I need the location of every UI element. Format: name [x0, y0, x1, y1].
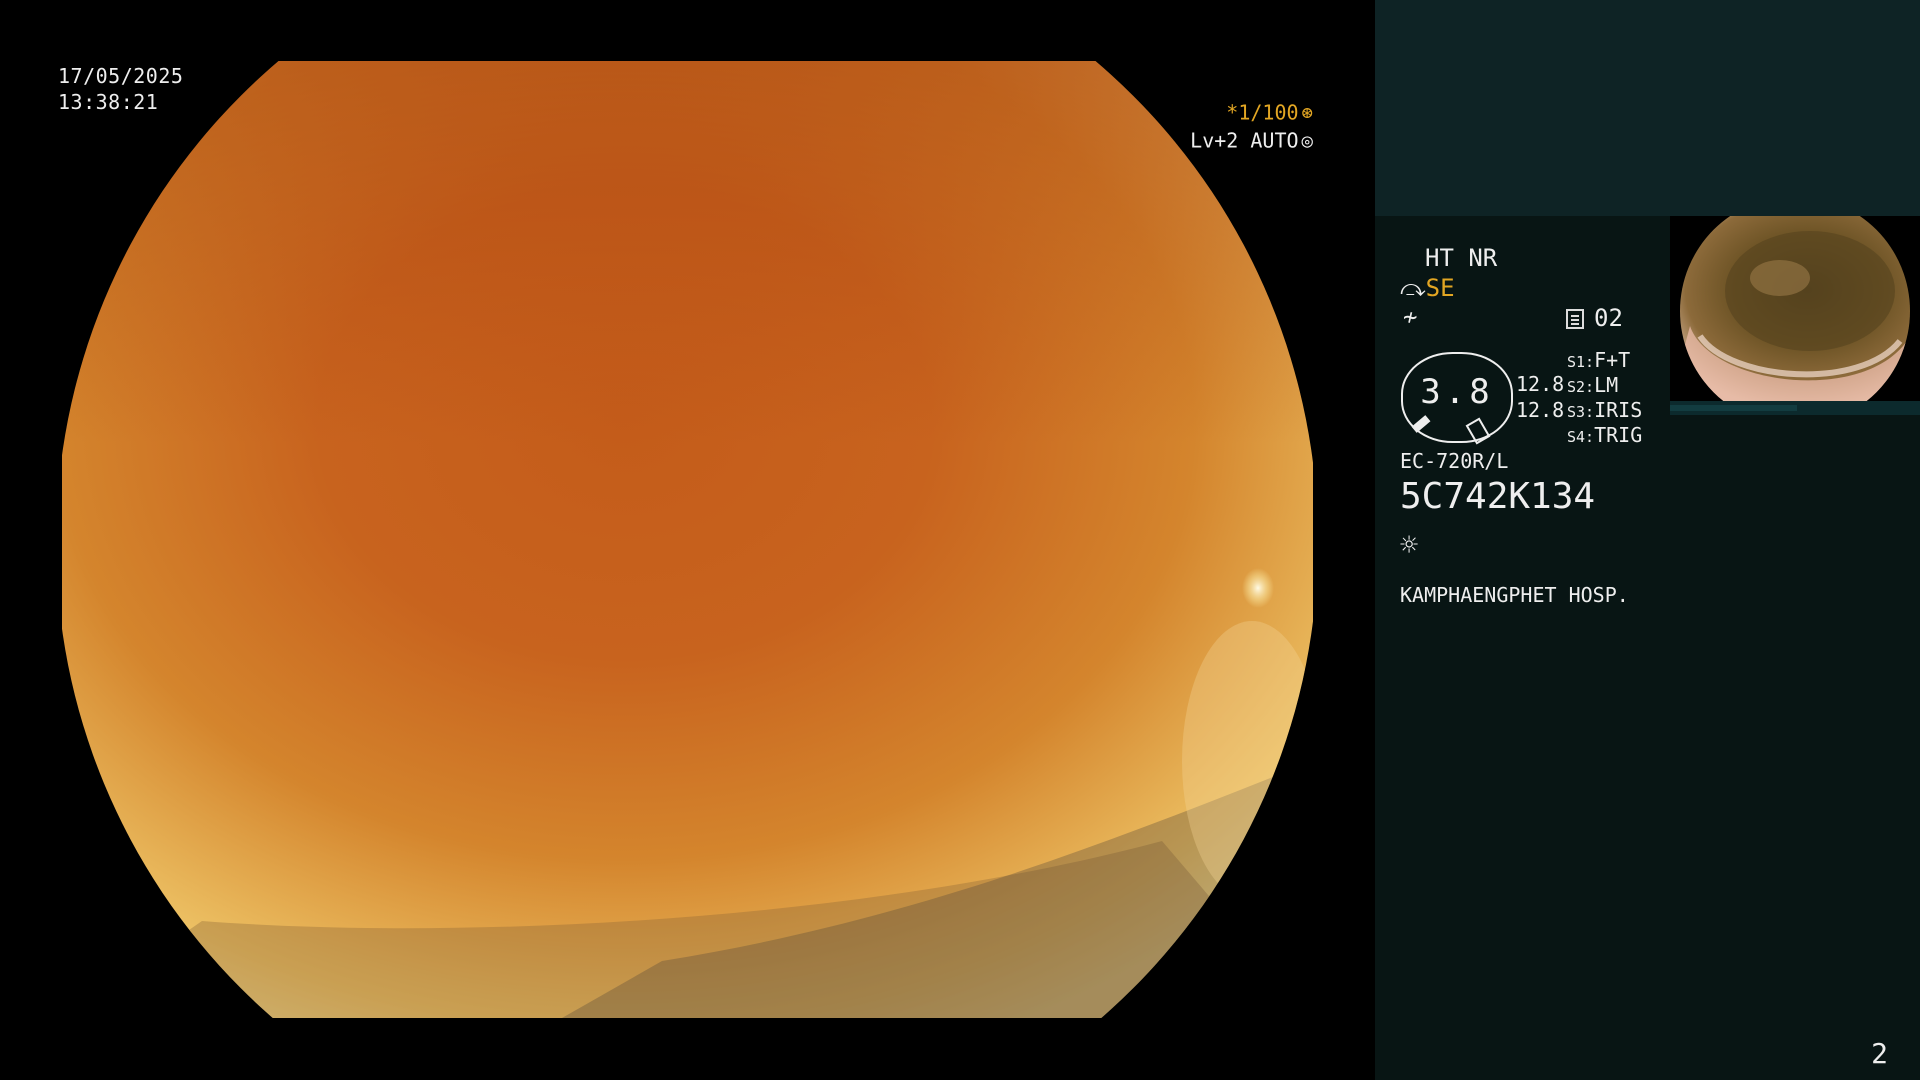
switch-s1: S1:F+T [1567, 348, 1630, 372]
capture-thumbnail[interactable] [1670, 216, 1920, 401]
color-enhancement-icon: ≁ [1403, 303, 1418, 331]
shutter-indicator: *1/100 ⊛ [1226, 99, 1313, 125]
switch-value: LM [1594, 373, 1619, 397]
memory-value: 02 [1594, 304, 1623, 332]
page-number: 2 [1871, 1037, 1888, 1070]
switch-key: S3: [1567, 403, 1595, 421]
se-label: SE [1425, 274, 1455, 302]
hospital-name: KAMPHAENGPHET HOSP. [1400, 583, 1629, 607]
shutter-icon: ⊛ [1301, 101, 1313, 124]
ratio-top: 12.8 [1516, 372, 1565, 396]
scope-serial: 5C742K134 [1400, 476, 1596, 517]
switch-key: S2: [1567, 378, 1595, 396]
shutter-text: *1/100 [1226, 100, 1299, 125]
scope-model: EC-720R/L [1400, 449, 1509, 473]
switch-s2: S2:LM [1567, 373, 1618, 397]
switch-value: IRIS [1594, 398, 1643, 422]
switch-value: TRIG [1594, 423, 1643, 447]
image-mode: HT NR [1425, 244, 1498, 272]
switch-value: F+T [1594, 348, 1631, 372]
zoom-gauge-value: 3.8 [1420, 372, 1494, 412]
panel-header-area [1375, 0, 1920, 216]
brightness-level-indicator: Lv+2 AUTO ◎ [1190, 127, 1313, 153]
light-source-icon: ☼ [1400, 528, 1419, 563]
datetime: 17/05/2025 13:38:21 [58, 63, 183, 115]
date-text: 17/05/2025 [58, 64, 184, 88]
enhancement-icon: ⤼ [1400, 274, 1426, 302]
switch-key: S4: [1567, 428, 1595, 446]
memory-icon [1566, 309, 1584, 329]
thumbnail-status-bar [1670, 401, 1920, 415]
endoscopy-image [62, 61, 1313, 1018]
switch-s4: S4:TRIG [1567, 423, 1642, 447]
ratio-bottom: 12.8 [1516, 398, 1565, 422]
iris-icon: ◎ [1301, 129, 1313, 152]
switch-key: S1: [1567, 353, 1595, 371]
structure-enhancement: ⤼SE [1400, 274, 1455, 302]
level-text: Lv+2 AUTO [1190, 128, 1299, 153]
switch-s3: S3:IRIS [1567, 398, 1642, 422]
time-text: 13:38:21 [58, 90, 159, 114]
